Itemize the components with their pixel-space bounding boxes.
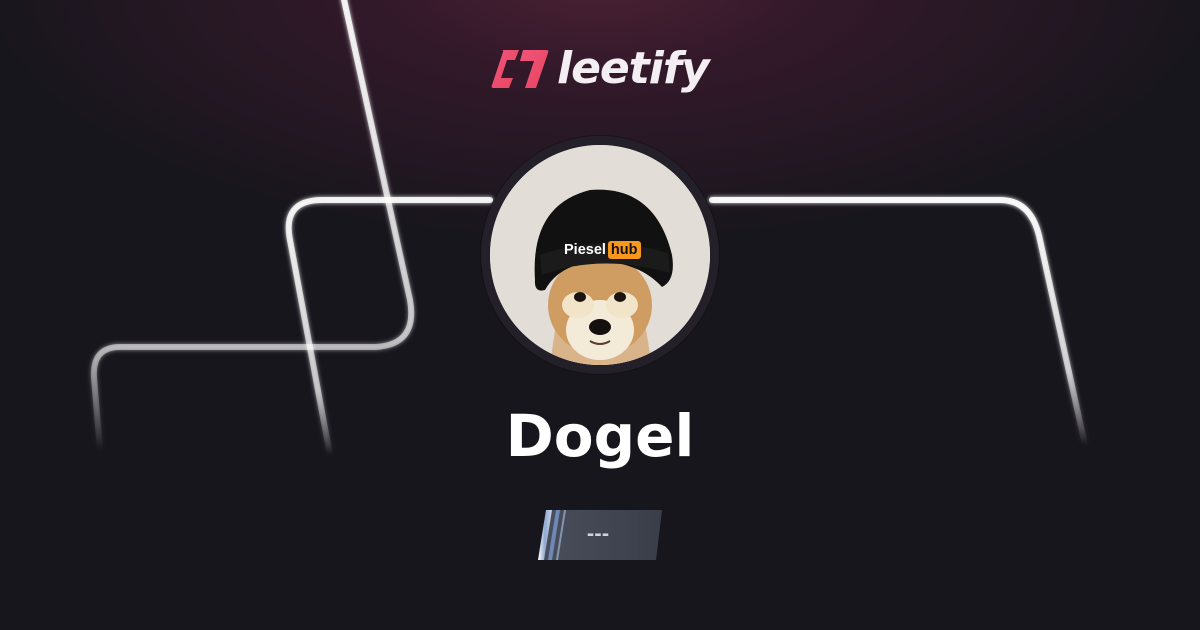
brand-name: leetify <box>557 43 710 94</box>
rank-badge: --- <box>538 510 662 560</box>
avatar[interactable]: Piesel hub <box>481 136 719 374</box>
rank-value: --- <box>586 524 610 545</box>
doge-avatar: Piesel hub <box>490 145 710 365</box>
leetify-logo-icon <box>491 50 549 88</box>
share-card: leetify Piesel hub Dogel --- <box>0 0 1200 630</box>
hat-logo-text: Piesel <box>564 242 606 258</box>
leetify-logo[interactable]: leetify <box>491 43 710 94</box>
hat-logo-badge: hub <box>607 241 641 259</box>
hat-logo: Piesel hub <box>564 241 641 259</box>
username: Dogel <box>505 402 695 470</box>
